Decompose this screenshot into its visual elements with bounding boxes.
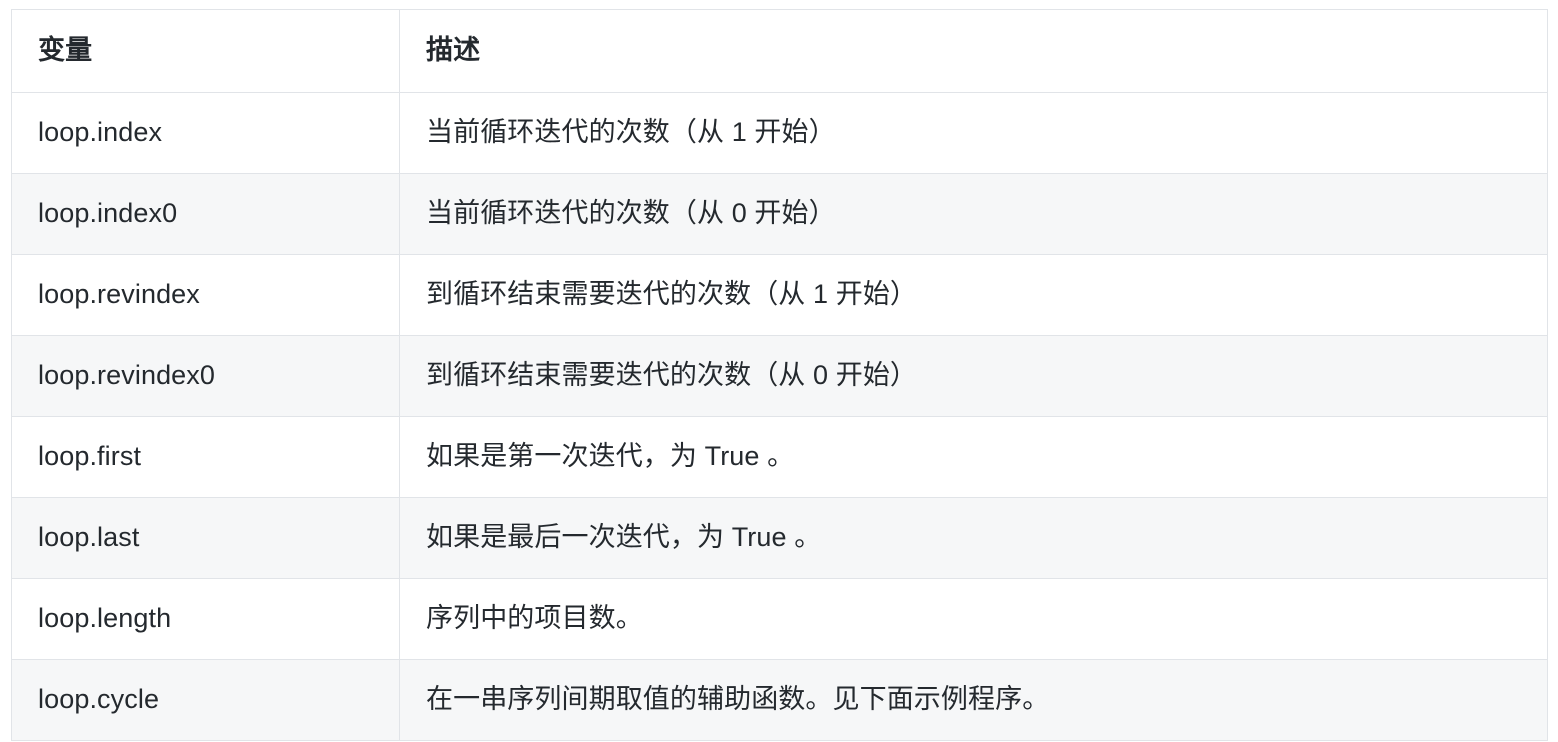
cell-variable: loop.revindex0: [11, 335, 400, 417]
cell-variable: loop.index0: [11, 173, 400, 255]
cell-variable: loop.length: [11, 578, 400, 660]
cell-description: 如果是最后一次迭代，为 True 。: [399, 497, 1548, 579]
table-row: loop.index0 当前循环迭代的次数（从 0 开始）: [11, 173, 1548, 255]
table-row: loop.revindex0 到循环结束需要迭代的次数（从 0 开始）: [11, 335, 1548, 417]
table-header: 变量 描述: [11, 9, 1548, 93]
column-header-variable: 变量: [11, 9, 400, 93]
column-header-description: 描述: [399, 9, 1548, 93]
table-row: loop.index 当前循环迭代的次数（从 1 开始）: [11, 92, 1548, 174]
table-row: loop.length 序列中的项目数。: [11, 578, 1548, 660]
cell-variable: loop.first: [11, 416, 400, 498]
cell-variable: loop.revindex: [11, 254, 400, 336]
table-header-row: 变量 描述: [11, 9, 1548, 93]
table-body: loop.index 当前循环迭代的次数（从 1 开始） loop.index0…: [11, 92, 1548, 741]
cell-variable: loop.last: [11, 497, 400, 579]
loop-variables-table-container: 变量 描述 loop.index 当前循环迭代的次数（从 1 开始） loop.…: [11, 9, 1548, 741]
cell-description: 到循环结束需要迭代的次数（从 1 开始）: [399, 254, 1548, 336]
table-row: loop.cycle 在一串序列间期取值的辅助函数。见下面示例程序。: [11, 659, 1548, 741]
cell-variable: loop.index: [11, 92, 400, 174]
cell-description: 到循环结束需要迭代的次数（从 0 开始）: [399, 335, 1548, 417]
cell-description: 当前循环迭代的次数（从 0 开始）: [399, 173, 1548, 255]
cell-variable: loop.cycle: [11, 659, 400, 741]
table-row: loop.last 如果是最后一次迭代，为 True 。: [11, 497, 1548, 579]
cell-description: 如果是第一次迭代，为 True 。: [399, 416, 1548, 498]
table-row: loop.revindex 到循环结束需要迭代的次数（从 1 开始）: [11, 254, 1548, 336]
loop-variables-table: 变量 描述 loop.index 当前循环迭代的次数（从 1 开始） loop.…: [11, 9, 1548, 741]
cell-description: 当前循环迭代的次数（从 1 开始）: [399, 92, 1548, 174]
page-root: 变量 描述 loop.index 当前循环迭代的次数（从 1 开始） loop.…: [0, 0, 1558, 742]
table-row: loop.first 如果是第一次迭代，为 True 。: [11, 416, 1548, 498]
cell-description: 序列中的项目数。: [399, 578, 1548, 660]
cell-description: 在一串序列间期取值的辅助函数。见下面示例程序。: [399, 659, 1548, 741]
